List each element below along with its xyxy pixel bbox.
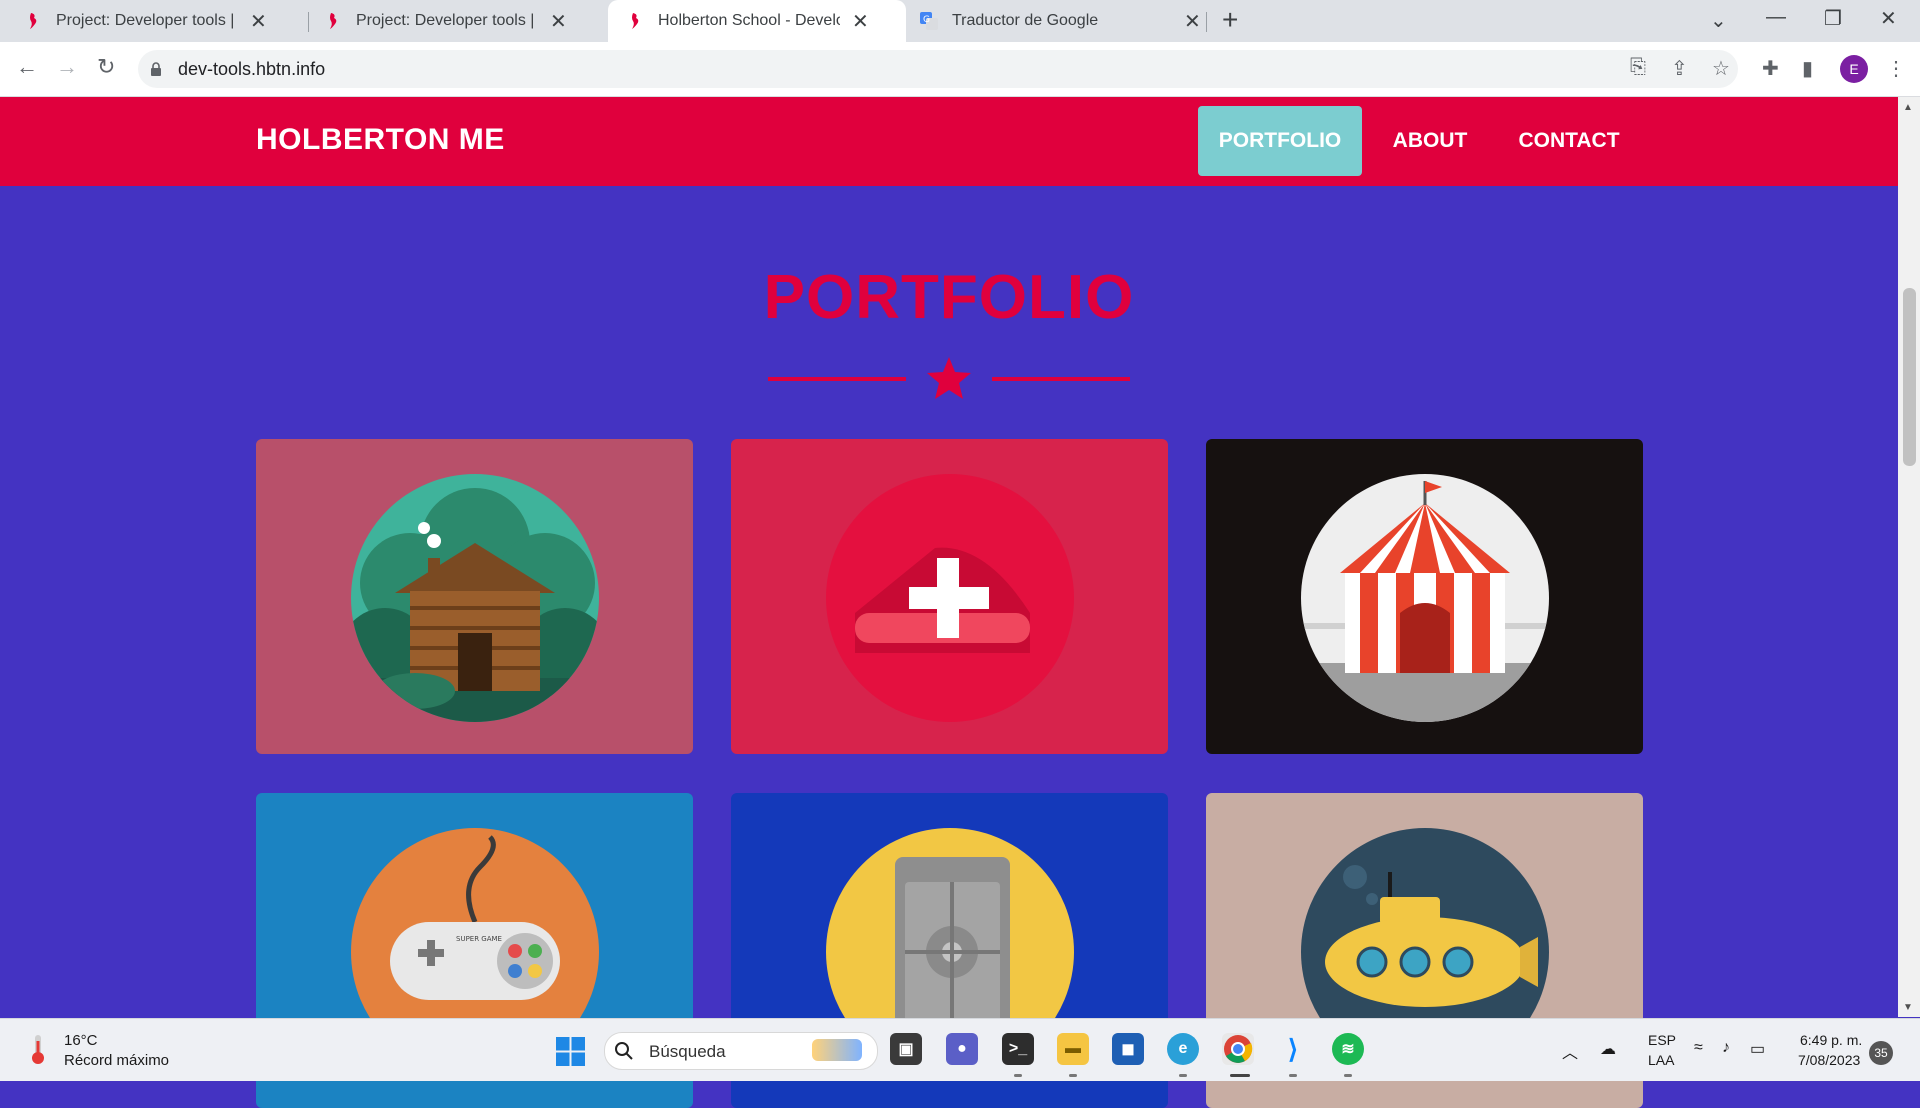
- holberton-favicon-icon: [324, 12, 342, 30]
- browser-tab-active[interactable]: Holberton School - Developer tools ✕: [608, 0, 906, 42]
- forward-icon[interactable]: →: [56, 54, 78, 80]
- language-secondary[interactable]: LAA: [1648, 1052, 1674, 1068]
- tab-title: Holberton School - Developer tools: [658, 12, 840, 29]
- thermometer-icon[interactable]: [28, 1033, 48, 1065]
- controller-label: SUPER GAME: [456, 935, 502, 943]
- back-icon[interactable]: ←: [16, 54, 38, 80]
- site-brand[interactable]: HOLBERTON ME: [256, 123, 505, 157]
- file-explorer-icon[interactable]: ▬: [1057, 1033, 1089, 1065]
- search-icon: [615, 1042, 633, 1060]
- section-title: PORTFOLIO: [763, 263, 1135, 332]
- reload-icon[interactable]: ↻: [97, 54, 115, 80]
- cake-icon: [826, 474, 1074, 722]
- scroll-up-arrow-icon[interactable]: ▲: [1903, 102, 1913, 113]
- share-icon[interactable]: ⇪: [1671, 56, 1688, 81]
- windows-taskbar: 16°C Récord máximo Búsqueda ▣ ● >_ ▬ ◼ e…: [0, 1018, 1920, 1081]
- search-highlight-illustration-icon: [812, 1039, 862, 1061]
- show-hidden-icons-chevron-icon[interactable]: ︿: [1562, 1039, 1578, 1063]
- running-indicator: [1179, 1074, 1187, 1077]
- spotify-icon[interactable]: ≋: [1332, 1033, 1364, 1065]
- minimize-icon[interactable]: —: [1766, 6, 1786, 29]
- close-tab-icon[interactable]: ✕: [852, 9, 869, 34]
- svg-text:G: G: [923, 15, 930, 25]
- tab-search-chevron-icon[interactable]: ⌄: [1710, 8, 1727, 33]
- search-placeholder[interactable]: Búsqueda: [649, 1042, 726, 1062]
- running-indicator: [1289, 1074, 1297, 1077]
- running-indicator: [1344, 1074, 1352, 1077]
- divider-line-right: [992, 377, 1130, 381]
- portfolio-item-cabin[interactable]: [256, 439, 693, 754]
- google-translate-favicon-icon: G: [920, 12, 938, 30]
- weather-description[interactable]: Récord máximo: [64, 1052, 169, 1069]
- task-view-icon[interactable]: ▣: [890, 1033, 922, 1065]
- close-tab-icon[interactable]: ✕: [550, 9, 567, 34]
- vscode-icon[interactable]: ⟩: [1277, 1033, 1309, 1065]
- close-window-icon[interactable]: ✕: [1880, 6, 1897, 31]
- circus-tent-icon: [1301, 474, 1549, 722]
- nav-about[interactable]: ABOUT: [1375, 106, 1485, 176]
- clock-time[interactable]: 6:49 p. m.: [1800, 1032, 1862, 1048]
- clock-date[interactable]: 7/08/2023: [1798, 1052, 1860, 1068]
- extensions-icon[interactable]: ✚: [1762, 56, 1779, 81]
- page-scrollbar[interactable]: [1898, 97, 1920, 1017]
- site-header: HOLBERTON ME PORTFOLIO ABOUT CONTACT: [0, 97, 1898, 186]
- chrome-browser-icon[interactable]: [1222, 1033, 1254, 1065]
- translate-icon[interactable]: ⎘: [1630, 56, 1646, 79]
- browser-tab[interactable]: Project: Developer tools | Holberton ✕: [0, 0, 300, 42]
- tab-title: Project: Developer tools | Holberton: [56, 12, 238, 29]
- windows-start-icon[interactable]: [556, 1037, 585, 1066]
- bookmark-star-icon[interactable]: ☆: [1712, 56, 1730, 81]
- url-text[interactable]: dev-tools.hbtn.info: [178, 59, 325, 80]
- divider-line-left: [768, 377, 906, 381]
- holberton-favicon-icon: [626, 12, 644, 30]
- onedrive-cloud-icon[interactable]: ☁: [1600, 1039, 1616, 1059]
- menu-kebab-icon[interactable]: ⋮: [1886, 56, 1906, 81]
- address-bar[interactable]: [138, 50, 1738, 88]
- scrollbar-thumb[interactable]: [1903, 288, 1916, 466]
- terminal-icon[interactable]: >_: [1002, 1033, 1034, 1065]
- nav-contact[interactable]: CONTACT: [1504, 106, 1634, 176]
- cabin-icon: [351, 474, 599, 722]
- microsoft-store-icon[interactable]: ◼: [1112, 1033, 1144, 1065]
- profile-avatar[interactable]: E: [1840, 55, 1868, 83]
- tab-separator: [1206, 12, 1207, 32]
- browser-tab[interactable]: G Traductor de Google ✕: [906, 0, 1206, 42]
- volume-icon[interactable]: ♪: [1722, 1039, 1730, 1057]
- active-indicator: [1230, 1074, 1250, 1077]
- star-icon: [927, 357, 971, 399]
- nav-portfolio[interactable]: PORTFOLIO: [1198, 106, 1362, 176]
- edge-browser-icon[interactable]: e: [1167, 1033, 1199, 1065]
- new-tab-button[interactable]: +: [1222, 4, 1238, 36]
- running-indicator: [1069, 1074, 1077, 1077]
- holberton-favicon-icon: [24, 12, 42, 30]
- close-tab-icon[interactable]: ✕: [1184, 9, 1201, 34]
- side-panel-icon[interactable]: ▮: [1802, 56, 1813, 81]
- running-indicator: [1014, 1074, 1022, 1077]
- browser-tab-strip: Project: Developer tools | Holberton ✕ P…: [0, 0, 1920, 42]
- battery-icon[interactable]: ▭: [1750, 1039, 1765, 1059]
- wifi-icon[interactable]: ≈: [1694, 1039, 1703, 1057]
- language-primary[interactable]: ESP: [1648, 1032, 1676, 1048]
- tab-title: Traductor de Google: [952, 12, 1099, 29]
- close-tab-icon[interactable]: ✕: [250, 9, 267, 34]
- notification-badge[interactable]: 35: [1869, 1041, 1893, 1065]
- scroll-down-arrow-icon[interactable]: ▼: [1903, 1002, 1913, 1013]
- restore-icon[interactable]: ❐: [1824, 6, 1842, 31]
- lock-icon[interactable]: [150, 62, 162, 81]
- teams-chat-icon[interactable]: ●: [946, 1033, 978, 1065]
- browser-toolbar: ← → ↻ dev-tools.hbtn.info ⎘ ⇪ ☆ ✚ ▮ E ⋮: [0, 42, 1920, 97]
- portfolio-item-cake[interactable]: [731, 439, 1168, 754]
- tab-title: Project: Developer tools | Holberton: [356, 12, 538, 29]
- portfolio-item-circus[interactable]: [1206, 439, 1643, 754]
- weather-temperature[interactable]: 16°C: [64, 1032, 98, 1049]
- browser-tab[interactable]: Project: Developer tools | Holberton ✕: [300, 0, 600, 42]
